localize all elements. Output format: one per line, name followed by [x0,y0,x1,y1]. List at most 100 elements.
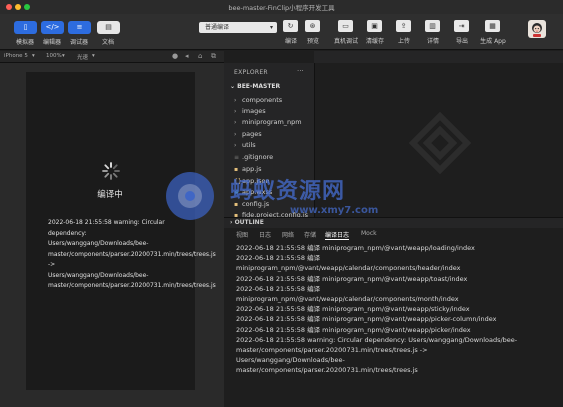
export-button[interactable]: ⇥ [454,20,469,32]
tree-folder-components[interactable]: › components [234,95,282,105]
detail-icon: ▥ [429,22,436,30]
preview-label: 预览 [306,38,319,45]
device-icon: ▭ [342,22,349,30]
main-toolbar: ▯ 模拟器 </> 编辑器 ≡ 调试器 ▤ 文档 普通编译 ▾ ↻ 编译 ⊛ 预… [0,14,563,50]
tree-file-config-js[interactable]: ▪ config.js [234,199,269,209]
preview-icon: ⊛ [309,22,316,30]
simulator-log-text: 2022-06-18 21:55:58 warning: Circular de… [48,219,216,289]
simulator-label: 模拟器 [15,39,34,46]
tab-compile-log[interactable]: 编译日志 [325,230,350,240]
debugger-toggle-button[interactable]: ≡ [68,21,91,34]
clear-cache-button[interactable]: ▣ [367,20,382,32]
js-file-icon: ▪ [234,201,239,208]
app-icon: ▦ [489,22,496,30]
more-actions-icon[interactable]: ··· [297,67,304,75]
tree-item-label: config.js [242,200,270,208]
docs-button[interactable]: ▤ [97,21,120,34]
tab-view[interactable]: 视图 [236,230,248,239]
title-bar: bee-master-FinClip小程序开发工具 [0,0,563,14]
tree-file-app-js[interactable]: ▪ app.js [234,164,262,174]
code-icon: </> [45,23,60,31]
network-chevron-icon: ▾ [92,53,95,59]
editor-toggle-button[interactable]: </> [41,21,64,34]
upload-button[interactable]: ⇪ [396,20,411,32]
compile-mode-value: 普通编译 [205,24,230,31]
wxss-file-icon: # [234,189,240,196]
device-select[interactable]: iPhone 5 [4,53,28,59]
tree-item-label: app.wxss [242,188,273,196]
chevron-down-icon: ▾ [269,24,273,31]
doc-icon: ▤ [105,23,112,31]
popout-icon[interactable]: ⧉ [211,52,216,61]
zoom-select[interactable]: 100% [46,53,62,59]
generate-app-label: 生成 App [480,38,506,45]
network-select[interactable]: 光速 [77,53,88,61]
compile-button[interactable]: ↻ [283,20,298,32]
editor-label: 编辑器 [42,39,61,46]
json-file-icon: {} [234,178,242,185]
tree-item-label: miniprogram_npm [242,118,302,126]
tree-folder-utils[interactable]: › utils [234,140,256,150]
preview-button[interactable]: ⊛ [305,20,320,32]
zoom-chevron-icon: ▾ [62,53,65,59]
simulator-toolbar: iPhone 5 ▾ 100% ▾ 光速 ▾ ● ◂ ⌂ ⧉ [0,51,224,63]
file-icon: ≡ [234,154,240,161]
tree-item-label: app.json [242,177,270,185]
explorer-panel: EXPLORER ··· ⌄ BEE-MASTER › components › i… [224,63,314,225]
tree-file-app-wxss[interactable]: # app.wxss [234,187,272,197]
outline-text: OUTLINE [234,219,264,226]
loading-spinner-icon [102,162,120,180]
outline-header[interactable]: › OUTLINE [224,217,563,228]
docs-label: 文档 [101,39,114,46]
tree-item-label: utils [242,141,256,149]
chevron-right-icon: › [234,119,237,126]
console-tab-bar: 视图 日志 网络 存储 编译日志 Mock [224,228,563,240]
avatar[interactable] [528,20,546,38]
console-panel: 2022-06-18 21:55:58 编译 miniprogram_npm/@… [224,240,563,407]
tree-item-label: .gitignore [242,153,274,161]
home-icon[interactable]: ⌂ [198,52,202,60]
sound-icon[interactable]: ◂ [185,52,189,60]
debugger-label: 调试器 [69,39,88,46]
tree-item-label: components [242,96,283,104]
refresh-icon: ↻ [287,22,294,30]
generate-app-button[interactable]: ▦ [485,20,500,32]
tree-item-label: images [242,107,266,115]
tree-file-app-json[interactable]: {}app.json [234,176,270,186]
tree-folder-pages[interactable]: › pages [234,129,262,139]
user-avatar-icon [532,23,542,37]
tab-mock[interactable]: Mock [361,230,377,237]
tab-network[interactable]: 网络 [282,230,294,239]
phone-icon: ▯ [23,23,28,31]
tree-folder-miniprogram-npm[interactable]: › miniprogram_npm [234,117,302,127]
clear-icon: ▣ [371,22,378,30]
tab-storage[interactable]: 存储 [304,230,316,239]
tree-item-label: pages [242,130,262,138]
device-chevron-icon: ▾ [32,53,35,59]
tab-logs[interactable]: 日志 [259,230,271,239]
editor-tab-strip [314,51,563,63]
js-file-icon: ▪ [234,166,239,173]
details-button[interactable]: ▥ [425,20,440,32]
chevron-right-icon: › [234,142,237,149]
explorer-title: EXPLORER [234,69,268,76]
compiling-status: 编译中 [97,190,123,200]
debug-icon: ≡ [76,23,83,31]
tree-item-label: app.js [242,165,262,173]
simulator-toggle-button[interactable]: ▯ [14,21,37,34]
upload-icon: ⇪ [400,22,407,30]
export-icon: ⇥ [458,22,465,30]
record-icon[interactable]: ● [172,52,178,60]
compile-mode-select[interactable]: 普通编译 ▾ [199,22,277,33]
remote-debug-button[interactable]: ▭ [338,20,353,32]
outline-label: › OUTLINE [230,219,264,226]
editor-placeholder-logo [408,111,472,175]
tree-file-gitignore[interactable]: ≡ .gitignore [234,152,273,162]
compile-log-text: 2022-06-18 21:55:58 编译 miniprogram_npm/@… [236,244,518,375]
tree-folder-images[interactable]: › images [234,106,266,116]
window-title: bee-master-FinClip小程序开发工具 [228,4,335,12]
chevron-right-icon: › [234,97,237,104]
chevron-right-icon: › [234,131,237,138]
project-root-folder[interactable]: ⌄ BEE-MASTER [230,83,280,90]
chevron-right-icon: › [234,108,237,115]
